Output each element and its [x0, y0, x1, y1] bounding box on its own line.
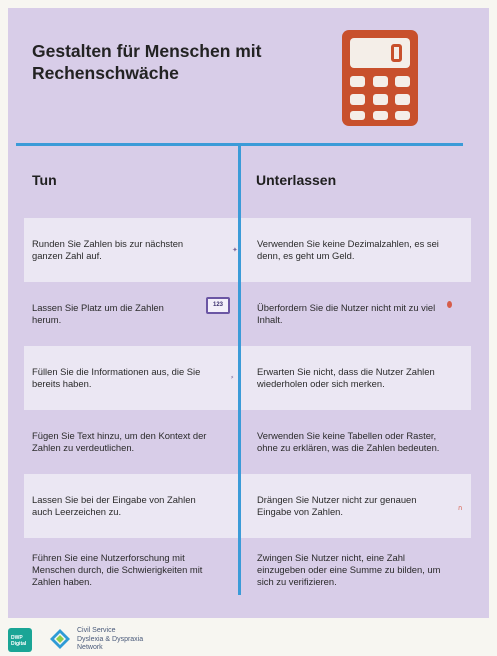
number-box-icon: 123 [206, 297, 230, 314]
do-item: Lassen Sie Platz um die Zahlen herum. [24, 282, 238, 346]
dont-item: Verwenden Sie keine Tabellen oder Raster… [241, 410, 471, 474]
dont-column-heading: Unterlassen [256, 172, 337, 188]
do-item-text: Fügen Sie Text hinzu, um den Kontext der… [32, 430, 207, 453]
dont-item-text: Erwarten Sie nicht, dass die Nutzer Zahl… [257, 366, 435, 389]
calculator-key [373, 76, 388, 87]
spark-icon: ⸗ [231, 374, 234, 381]
dont-item: Zwingen Sie Nutzer nicht, eine Zahl einz… [241, 538, 471, 602]
dwp-digital-logo: DWP Digital [8, 628, 32, 652]
do-item: Führen Sie eine Nutzerforschung mit Mens… [24, 538, 238, 602]
calculator-key [395, 94, 410, 105]
do-item-text: Füllen Sie die Informationen aus, die Si… [32, 366, 201, 389]
do-item: Lassen Sie bei der Eingabe von Zahlen au… [24, 474, 238, 538]
dont-item-text: Drängen Sie Nutzer nicht zur genauen Ein… [257, 494, 417, 517]
dont-item-text: Verwenden Sie keine Tabellen oder Raster… [257, 430, 440, 453]
do-column-heading: Tun [32, 172, 57, 188]
calculator-key [350, 111, 365, 120]
dont-item-text: Überfordern Sie die Nutzer nicht mit zu … [257, 302, 436, 325]
do-item: Füllen Sie die Informationen aus, die Si… [24, 346, 238, 410]
pencil-icon: ✦ [232, 247, 238, 254]
page-title: Gestalten für Menschen mit Rechenschwäch… [32, 41, 262, 83]
do-item-text: Runden Sie Zahlen bis zur nächsten ganze… [32, 238, 184, 261]
hand-icon: ก [458, 505, 463, 512]
dont-item: Erwarten Sie nicht, dass die Nutzer Zahl… [241, 346, 471, 410]
calculator-key [395, 111, 410, 120]
calculator-icon [342, 30, 418, 126]
calculator-key [373, 111, 388, 120]
network-name: Civil Service Dyslexia & Dyspraxia Netwo… [77, 627, 143, 653]
dont-item-text: Verwenden Sie keine Dezimalzahlen, es se… [257, 238, 439, 261]
calculator-key [395, 76, 410, 87]
do-item: Fügen Sie Text hinzu, um den Kontext der… [24, 410, 238, 474]
dont-item: Überfordern Sie die Nutzer nicht mit zu … [241, 282, 471, 346]
network-logo-icon [50, 629, 70, 649]
calculator-key [350, 94, 365, 105]
do-item: Runden Sie Zahlen bis zur nächsten ganze… [24, 218, 238, 282]
dont-item: Verwenden Sie keine Dezimalzahlen, es se… [241, 218, 471, 282]
dont-item: Drängen Sie Nutzer nicht zur genauen Ein… [241, 474, 471, 538]
network-line-1: Civil Service [77, 627, 116, 634]
network-line-3: Network [77, 644, 103, 651]
do-item-text: Lassen Sie Platz um die Zahlen herum. [32, 302, 164, 325]
calculator-screen [350, 38, 410, 68]
calculator-key [373, 94, 388, 105]
calculator-digit [391, 44, 402, 62]
network-line-2: Dyslexia & Dyspraxia [77, 635, 144, 643]
do-item-text: Lassen Sie bei der Eingabe von Zahlen au… [32, 494, 196, 517]
calculator-key [350, 76, 365, 87]
dont-item-text: Zwingen Sie Nutzer nicht, eine Zahl einz… [257, 552, 441, 587]
warning-dot-icon [447, 301, 452, 308]
do-item-text: Führen Sie eine Nutzerforschung mit Mens… [32, 552, 203, 587]
